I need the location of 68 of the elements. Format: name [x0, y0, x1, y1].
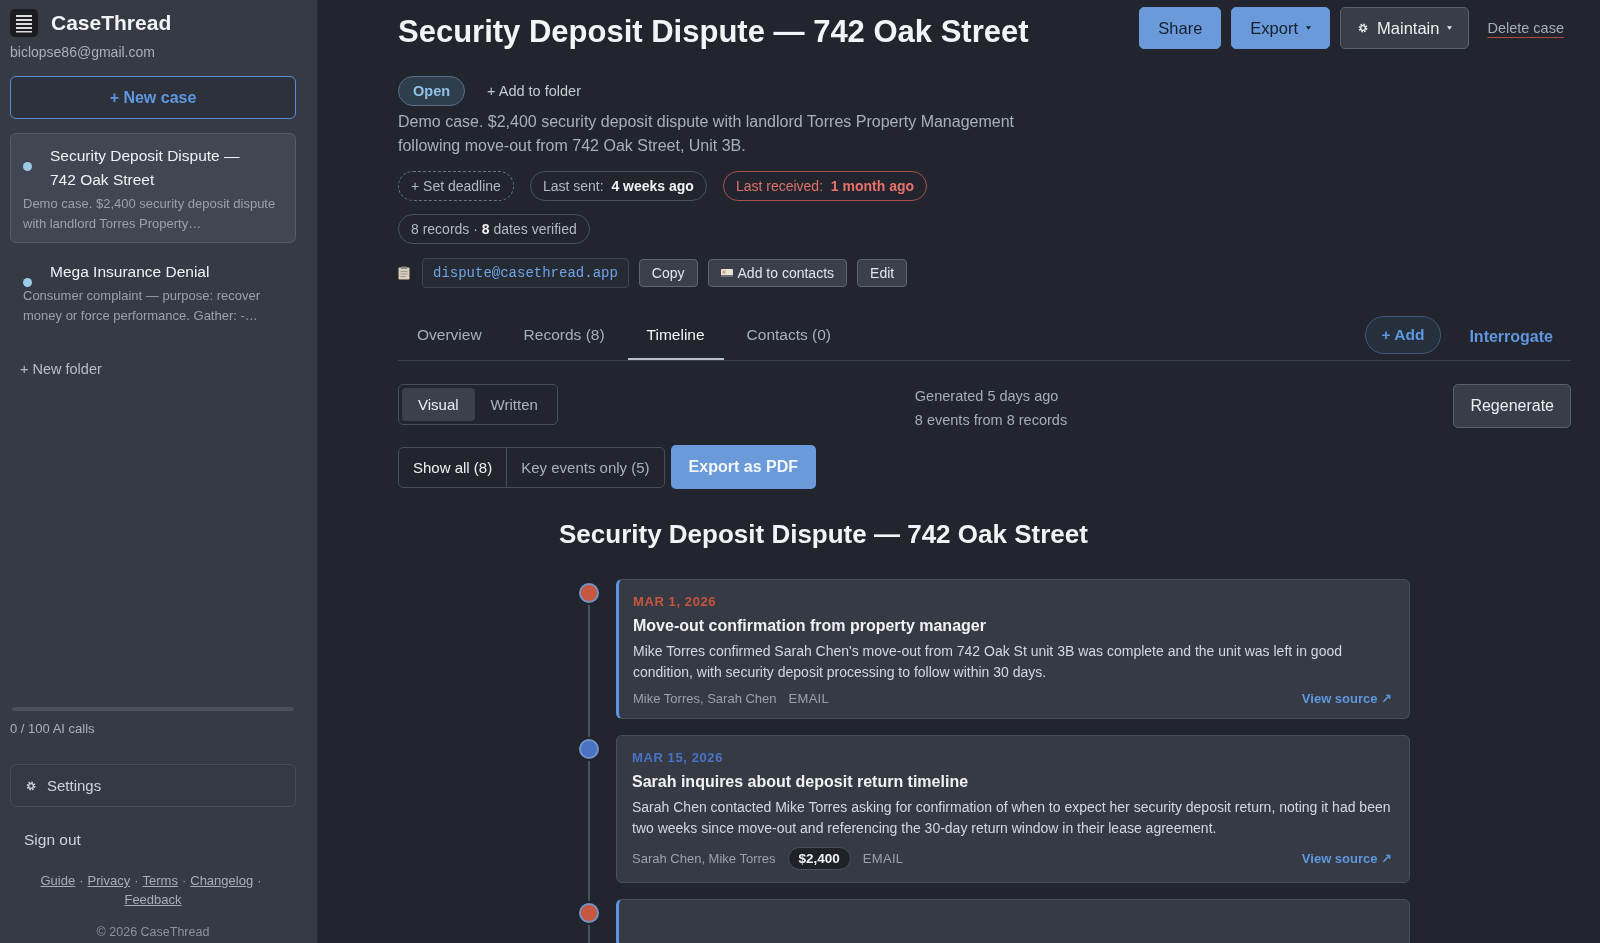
- footer-link[interactable]: Changelog: [190, 873, 254, 888]
- filter-option[interactable]: Key events only (5): [506, 447, 664, 487]
- interrogate-link[interactable]: Interrogate: [1441, 328, 1571, 346]
- generated-note: 8 events from 8 records: [914, 411, 1068, 430]
- view-source-link[interactable]: View source ↗: [1301, 691, 1392, 706]
- clipboard-icon: [398, 266, 410, 280]
- case-item[interactable]: Mega Insurance Denial Consumer complaint — purpose: recover money or force performance. Gather: -…: [10, 249, 296, 335]
- event-participants: Mike Torres, Sarah Chen: [633, 691, 777, 706]
- view-option[interactable]: Visual: [402, 388, 475, 421]
- footer-link[interactable]: Privacy: [87, 873, 131, 888]
- event-date: MAR 1, 2026: [633, 594, 718, 609]
- timeline-title: Security Deposit Dispute — 742 Oak Street: [559, 519, 1089, 550]
- app-name: CaseThread: [51, 11, 172, 35]
- sign-out-button[interactable]: Sign out: [10, 827, 95, 853]
- action-button[interactable]: Maintain: [1340, 7, 1470, 49]
- action-button[interactable]: Export: [1231, 7, 1331, 49]
- event-title: Move-out confirmation from property manager: [633, 617, 987, 635]
- footer-link[interactable]: Feedback: [124, 892, 182, 907]
- email-action-button[interactable]: Copy: [638, 259, 698, 287]
- status-badge: Open: [398, 76, 466, 106]
- logo-icon: [10, 9, 38, 37]
- usage-reading: 0 / 100 AI calls: [10, 721, 96, 736]
- amount-tag: $2,400: [787, 847, 851, 870]
- separator-dot: ·: [134, 873, 139, 888]
- copyright: © 2026 CaseThread: [95, 925, 211, 939]
- tab[interactable]: Timeline: [627, 316, 724, 360]
- case-title: Security Deposit Dispute — 742 Oak Street: [49, 146, 241, 190]
- filter-option[interactable]: Show all (8): [399, 447, 507, 487]
- tab[interactable]: Overview: [398, 316, 501, 360]
- event-participants: Sarah Chen, Mike Torres: [632, 851, 776, 866]
- add-button[interactable]: + Add: [1364, 316, 1442, 354]
- case-title: Security Deposit Dispute — 742 Oak Street: [398, 14, 1029, 50]
- settings-icon: [25, 779, 37, 792]
- separator-dot: ·: [181, 873, 187, 888]
- event-title: Sarah inquires about deposit return timeline: [632, 773, 970, 791]
- case-title: Mega Insurance Denial: [49, 262, 211, 282]
- status-dot: [23, 278, 32, 287]
- new-folder-button[interactable]: + New folder: [10, 357, 112, 381]
- tab[interactable]: Records (8): [504, 316, 624, 360]
- event-date: MAR 15, 2026: [632, 750, 725, 765]
- delete-link[interactable]: Delete case: [1479, 7, 1572, 49]
- action-button[interactable]: Share: [1139, 7, 1222, 49]
- tab[interactable]: Contacts (0): [727, 316, 850, 360]
- regenerate-button[interactable]: Regenerate: [1453, 384, 1571, 428]
- separator-dot: ·: [257, 873, 262, 888]
- new-case-button[interactable]: + New case: [10, 76, 296, 119]
- separator-dot: ·: [79, 873, 84, 888]
- account-email: biclopse86@gmail.com: [10, 44, 156, 60]
- case-snippet: Demo case. $2,400 security deposit dispute with landlord Torres Property…: [23, 195, 277, 233]
- event-type: EMAIL: [862, 851, 904, 866]
- event-type: EMAIL: [788, 691, 830, 706]
- view-source-link[interactable]: View source ↗: [1301, 851, 1392, 866]
- case-description: Demo case. $2,400 security deposit dispute with landlord Torres Property Management following move-out from 742 Oak Street, Unit 3B.: [398, 112, 1016, 156]
- event-description: Mike Torres confirmed Sarah Chen's move-out from 742 Oak St unit 3B was complete and the unit was left in good condition, with security deposit processing to follow within 30 days.: [633, 642, 1343, 682]
- footer-link[interactable]: Terms: [142, 873, 178, 888]
- case-snippet: Consumer complaint — purpose: recover money or force performance. Gather: -…: [23, 287, 261, 325]
- email-action-button[interactable]: Add to contacts: [707, 259, 848, 287]
- email-action-button[interactable]: Edit: [857, 259, 908, 287]
- footer-link[interactable]: Guide: [40, 873, 76, 888]
- settings-button[interactable]: Settings: [10, 764, 296, 807]
- status-dot: [23, 162, 32, 171]
- view-option[interactable]: Written: [474, 388, 554, 421]
- email-address: dispute@casethread.app: [422, 258, 629, 288]
- event-description: Sarah Chen contacted Mike Torres asking for confirmation of when to expect her security deposit return, noting it had been two weeks since move-out and referencing the 30-day return window in their lease agreement.: [632, 798, 1392, 838]
- add-to-folder-button[interactable]: + Add to folder: [481, 82, 587, 100]
- generated-note: Generated 5 days ago: [914, 387, 1060, 406]
- case-item[interactable]: Security Deposit Dispute — 742 Oak Street Demo case. $2,400 security deposit dispute with landlord Torres Property…: [10, 133, 296, 243]
- settings-icon: [1357, 22, 1370, 34]
